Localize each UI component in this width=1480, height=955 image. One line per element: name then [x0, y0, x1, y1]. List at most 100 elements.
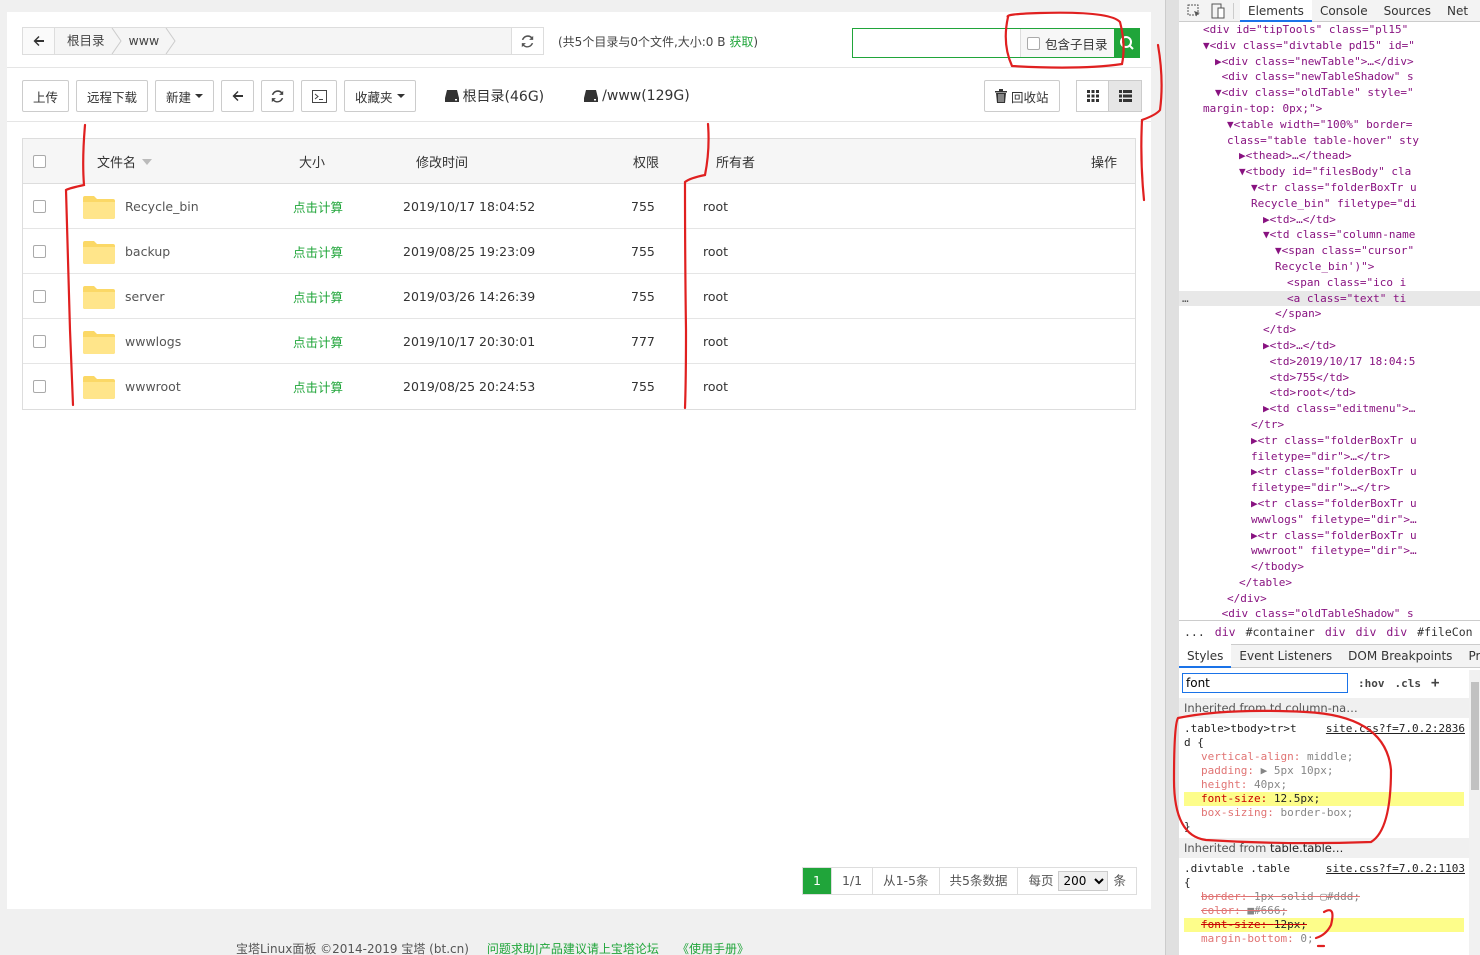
footer-help-link[interactable]: 问题求助|产品建议请上宝塔论坛: [487, 942, 659, 955]
dom-node-line[interactable]: <div class="newTableShadow" s: [1179, 69, 1480, 85]
calc-size-link[interactable]: 点击计算: [293, 229, 343, 274]
dom-node-line[interactable]: ▼<div class="oldTable" style=": [1179, 85, 1480, 101]
dom-node-line[interactable]: ▶<td>…</td>: [1179, 338, 1480, 354]
dom-node-line[interactable]: class="table table-hover" sty: [1179, 133, 1480, 149]
header-mtime[interactable]: 修改时间: [416, 139, 468, 184]
row-checkbox[interactable]: [33, 184, 51, 229]
dom-node-line[interactable]: </div>: [1179, 591, 1480, 607]
perm-cell[interactable]: 755: [631, 364, 655, 409]
scrollbar-thumb[interactable]: [1471, 682, 1479, 790]
row-checkbox[interactable]: [33, 364, 51, 409]
fetch-size-link[interactable]: 获取: [729, 35, 753, 49]
grid-view-button[interactable]: [1076, 80, 1109, 112]
terminal-button[interactable]: [301, 80, 338, 112]
dom-node-line[interactable]: </tbody>: [1179, 559, 1480, 575]
subtab-styles[interactable]: Styles: [1179, 644, 1232, 668]
calc-size-link[interactable]: 点击计算: [293, 184, 343, 229]
css-declaration[interactable]: height: 40px;: [1184, 778, 1464, 792]
dom-node-line[interactable]: … <a class="text" ti: [1179, 290, 1480, 307]
perm-cell[interactable]: 755: [631, 229, 655, 274]
owner-cell[interactable]: root: [703, 364, 728, 409]
tab-console[interactable]: Console: [1312, 0, 1376, 22]
dom-node-line[interactable]: ▼<tbody id="filesBody" cla: [1179, 164, 1480, 180]
inspect-element-icon[interactable]: [1185, 2, 1203, 20]
per-page-select[interactable]: 200: [1058, 871, 1109, 891]
search-input[interactable]: [853, 29, 1020, 57]
dom-node-line[interactable]: </td>: [1179, 322, 1480, 338]
owner-cell[interactable]: root: [703, 184, 728, 229]
remote-download-button[interactable]: 远程下载: [76, 80, 149, 112]
table-row[interactable]: wwwroot 点击计算 2019/08/25 20:24:53 755 root: [23, 364, 1135, 409]
styles-filter-input[interactable]: [1182, 673, 1348, 693]
dom-breadcrumb-item[interactable]: div: [1386, 625, 1407, 639]
dom-node-line[interactable]: ▼<div class="divtable pd15" id=": [1179, 38, 1480, 54]
path-input-area[interactable]: [171, 28, 511, 54]
path-refresh-button[interactable]: [511, 28, 543, 54]
css-declaration[interactable]: padding: ▶ 5px 10px;: [1184, 764, 1464, 778]
owner-cell[interactable]: root: [703, 274, 728, 319]
hover-state-toggle[interactable]: :hov: [1358, 677, 1385, 690]
file-name[interactable]: backup: [125, 244, 170, 259]
include-subdir-option[interactable]: 包含子目录: [1020, 29, 1114, 57]
dom-breadcrumb-item[interactable]: div: [1215, 625, 1236, 639]
breadcrumb-item-www[interactable]: www: [117, 28, 176, 54]
calc-size-link[interactable]: 点击计算: [293, 274, 343, 319]
dom-node-line[interactable]: filetype="dir">…</tr>: [1179, 449, 1480, 465]
dom-node-line[interactable]: margin-top: 0px;">: [1179, 101, 1480, 117]
disk-www-link[interactable]: /www(129G): [584, 88, 690, 104]
perm-cell[interactable]: 755: [631, 274, 655, 319]
path-back-button[interactable]: [23, 28, 55, 54]
css-declaration[interactable]: border: 1px solid ▢#ddd;: [1184, 890, 1464, 904]
dom-node-line[interactable]: ▶<tr class="folderBoxTr u: [1179, 496, 1480, 512]
owner-cell[interactable]: root: [703, 229, 728, 274]
dom-node-line[interactable]: <div class="oldTableShadow" s: [1179, 606, 1480, 617]
subtab-properties[interactable]: Prope: [1460, 644, 1480, 668]
dom-node-line[interactable]: </span>: [1179, 306, 1480, 322]
dom-node-line[interactable]: ▶<td>…</td>: [1179, 212, 1480, 228]
dom-breadcrumb-item[interactable]: #fileCon: [1417, 625, 1472, 639]
recycle-bin-button[interactable]: 回收站: [984, 80, 1060, 112]
header-name[interactable]: 文件名: [97, 139, 153, 184]
header-owner[interactable]: 所有者: [716, 139, 755, 184]
breadcrumb-item-root[interactable]: 根目录: [55, 28, 122, 54]
class-toggle[interactable]: .cls: [1395, 677, 1422, 690]
dom-node-line[interactable]: ▶<tr class="folderBoxTr u: [1179, 464, 1480, 480]
tab-sources[interactable]: Sources: [1376, 0, 1439, 22]
table-row[interactable]: wwwlogs 点击计算 2019/10/17 20:30:01 777 root: [23, 319, 1135, 364]
dom-node-line[interactable]: </tr>: [1179, 417, 1480, 433]
file-name[interactable]: wwwroot: [125, 379, 181, 394]
css-rule-divtable[interactable]: .divtable .table { site.css?f=7.0.2:1103…: [1179, 858, 1469, 950]
header-perm[interactable]: 权限: [633, 139, 659, 184]
file-name[interactable]: server: [125, 289, 165, 304]
css-declaration[interactable]: margin-bottom: 0;: [1184, 932, 1464, 946]
dom-node-line[interactable]: ▶<thead>…</thead>: [1179, 148, 1480, 164]
dom-node-line[interactable]: wwwlogs" filetype="dir">…: [1179, 512, 1480, 528]
file-name-cell[interactable]: Recycle_bin: [83, 184, 199, 229]
row-checkbox[interactable]: [33, 229, 51, 274]
dom-node-line[interactable]: filetype="dir">…</tr>: [1179, 480, 1480, 496]
page-current[interactable]: 1: [803, 868, 832, 894]
dom-node-line[interactable]: ▶<tr class="folderBoxTr u: [1179, 528, 1480, 544]
css-declaration[interactable]: font-size: 12px;: [1184, 918, 1464, 932]
devtools-splitter[interactable]: [1166, 0, 1179, 955]
calc-size-link[interactable]: 点击计算: [293, 319, 343, 364]
dom-node-line[interactable]: <td>755</td>: [1179, 370, 1480, 386]
perm-cell[interactable]: 777: [631, 319, 655, 364]
file-name-cell[interactable]: backup: [83, 229, 170, 274]
styles-scrollbar[interactable]: [1469, 670, 1480, 955]
dom-breadcrumb-item[interactable]: div: [1356, 625, 1377, 639]
dom-node-line[interactable]: <td>2019/10/17 18:04:5: [1179, 354, 1480, 370]
dom-node-line[interactable]: </table>: [1179, 575, 1480, 591]
row-checkbox[interactable]: [33, 319, 51, 364]
dom-node-line[interactable]: ▼<td class="column-name: [1179, 227, 1480, 243]
dom-breadcrumb-item[interactable]: #container: [1246, 625, 1315, 639]
footer-manual-link[interactable]: 《使用手册》: [677, 942, 749, 955]
perm-cell[interactable]: 755: [631, 184, 655, 229]
new-dropdown-button[interactable]: 新建: [155, 80, 215, 112]
dom-node-line[interactable]: <div id="tipTools" class="pl15": [1179, 22, 1480, 38]
file-name[interactable]: Recycle_bin: [125, 199, 199, 214]
file-name-cell[interactable]: server: [83, 274, 165, 319]
file-name[interactable]: wwwlogs: [125, 334, 181, 349]
dom-breadcrumb-item[interactable]: div: [1325, 625, 1346, 639]
css-declaration[interactable]: box-sizing: border-box;: [1184, 806, 1464, 820]
